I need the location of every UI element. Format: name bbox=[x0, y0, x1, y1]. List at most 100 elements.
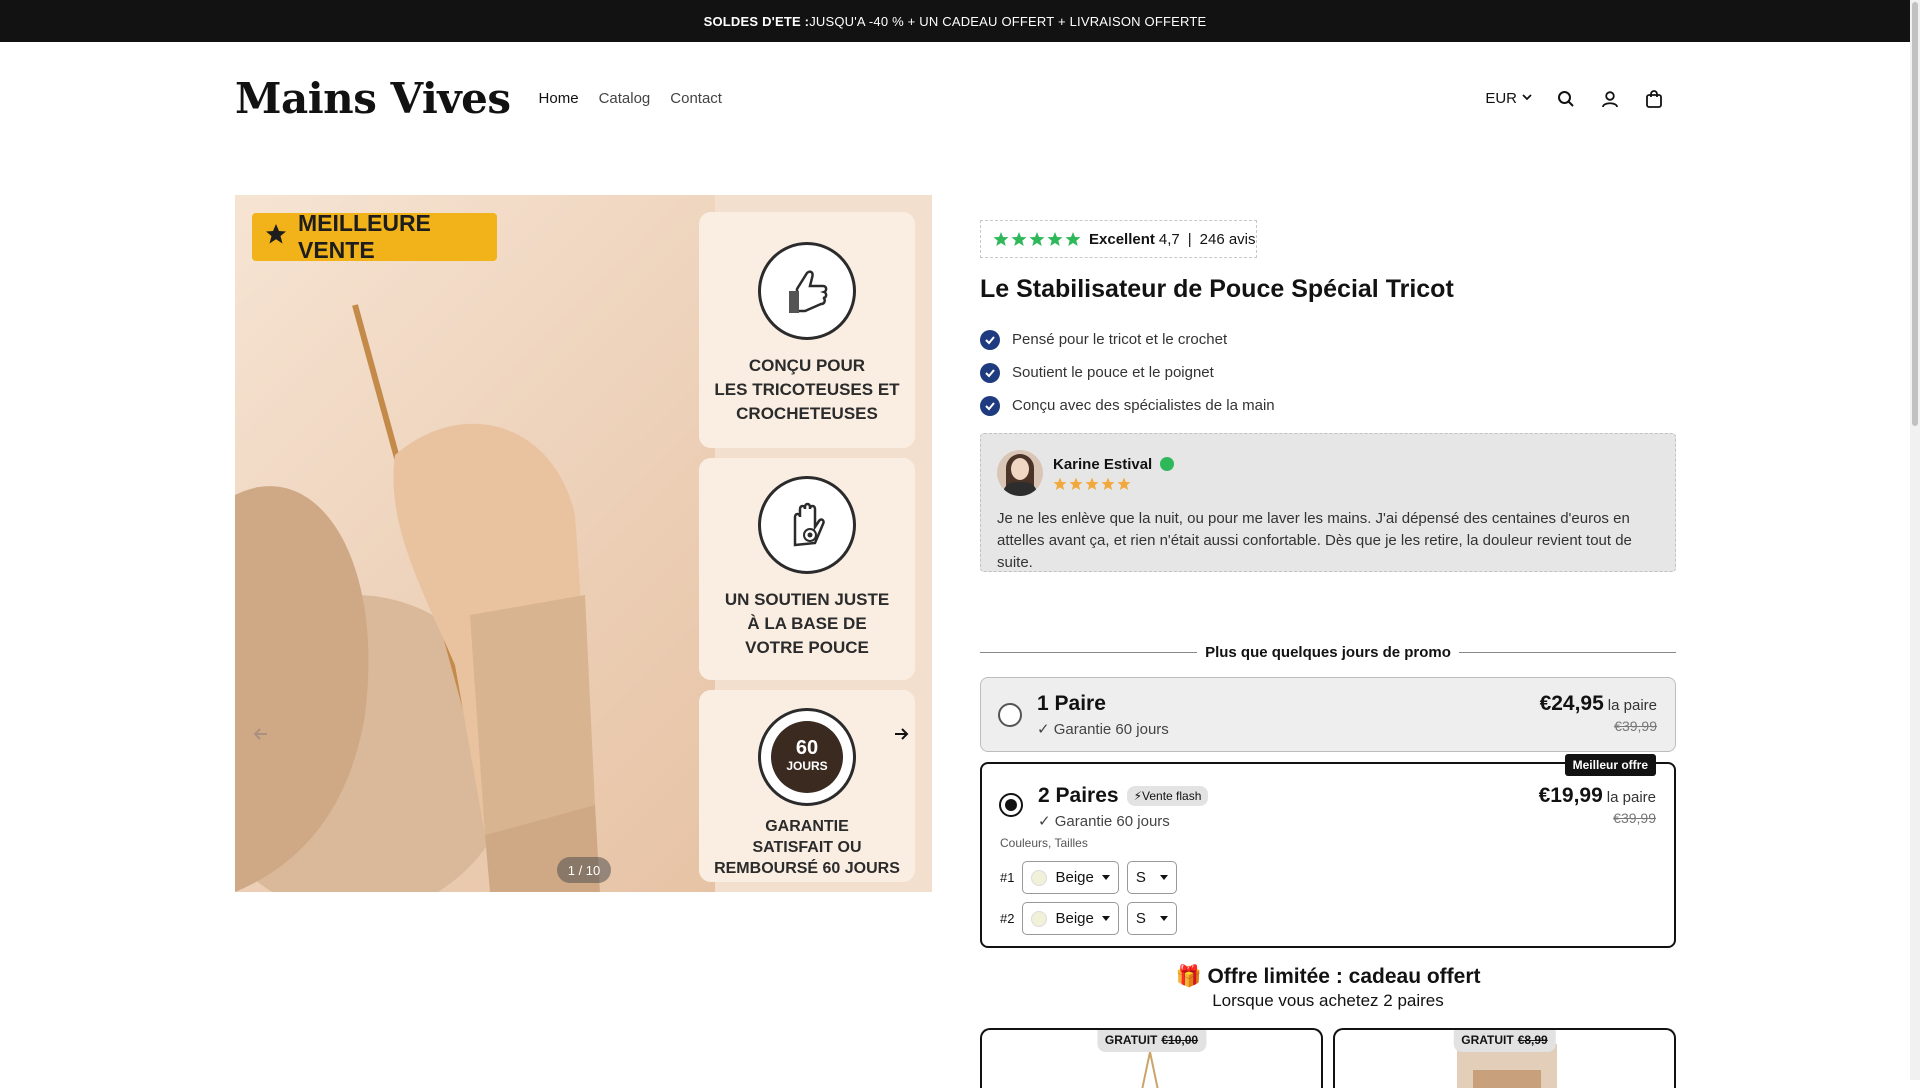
gift-compare-price: €8,99 bbox=[1517, 1033, 1548, 1047]
offer-1-price-block: €24,95 la paire €39,99 bbox=[1540, 692, 1657, 734]
account-icon[interactable] bbox=[1599, 88, 1621, 110]
color-swatch bbox=[1031, 869, 1048, 886]
offer-1-subtitle: ✓ Garantie 60 jours bbox=[1037, 721, 1169, 738]
cart-icon[interactable] bbox=[1643, 88, 1665, 110]
announcement-bar: SOLDES D'ETE : JUSQU'A -40 % + UN CADEAU… bbox=[0, 0, 1910, 42]
check-icon bbox=[980, 329, 1000, 350]
feature-guarantee-line2: SATISFAIT OU bbox=[752, 839, 862, 856]
variant-row-2: #2 Beige S bbox=[1000, 902, 1177, 935]
variant-index: #1 bbox=[1000, 870, 1015, 885]
review-stars bbox=[1053, 477, 1174, 491]
rating-value: 4,7 bbox=[1158, 230, 1180, 248]
feature-guarantee-line1: GARANTIE bbox=[765, 818, 849, 835]
promo-label: Plus que quelques jours de promo bbox=[1205, 644, 1451, 661]
star-icon bbox=[264, 222, 288, 252]
flash-sale-badge: ⚡Vente flash bbox=[1126, 786, 1209, 806]
header-actions: EUR bbox=[1485, 88, 1665, 110]
caret-down-icon bbox=[1101, 875, 1110, 880]
gift-title: 🎁 Offre limitée : cadeau offert bbox=[1175, 965, 1481, 988]
feature-support-line1: UN SOUTIEN JUSTE bbox=[724, 590, 890, 609]
slide-counter: 1 / 10 bbox=[557, 857, 611, 883]
feature-card-support: UN SOUTIEN JUSTE À LA BASE DE VOTRE POUC… bbox=[699, 458, 915, 680]
chevron-down-icon bbox=[1521, 90, 1533, 107]
offer-2-compare-price: €39,99 bbox=[1613, 810, 1656, 826]
gift-free-tag: GRATUIT €10,00 bbox=[1096, 1030, 1207, 1052]
caret-down-icon bbox=[1159, 916, 1168, 921]
feature-card-knitters: CONÇU POUR LES TRICOTEUSES ET CROCHETEUS… bbox=[699, 212, 915, 448]
offer-1-title: 1 Paire bbox=[1037, 692, 1106, 716]
site-logo[interactable]: Mains Vives bbox=[235, 74, 511, 123]
gift-compare-price: €10,00 bbox=[1161, 1033, 1199, 1047]
color-select[interactable]: Beige bbox=[1022, 902, 1119, 935]
feature-knitters-line3: CROCHETEUSES bbox=[736, 404, 878, 423]
gift-offer-header: 🎁 Offre limitée : cadeau offert Lorsque … bbox=[980, 965, 1676, 1011]
feature-knitters-line1: CONÇU POUR bbox=[748, 356, 866, 375]
announcement-bold: SOLDES D'ETE : bbox=[703, 13, 810, 29]
currency-selector[interactable]: EUR bbox=[1485, 90, 1533, 107]
gift-free-label: GRATUIT bbox=[1104, 1033, 1158, 1047]
offer-1-compare-price: €39,99 bbox=[1614, 718, 1657, 734]
nav-catalog[interactable]: Catalog bbox=[599, 90, 651, 107]
thumb-hand-icon bbox=[758, 242, 856, 340]
offer-1-per: la paire bbox=[1607, 697, 1657, 714]
variant-row-1: #1 Beige S bbox=[1000, 861, 1177, 894]
search-icon[interactable] bbox=[1555, 88, 1577, 110]
options-label: Couleurs, Tailles bbox=[1000, 836, 1088, 850]
nav-home[interactable]: Home bbox=[539, 90, 579, 107]
best-seller-label: MEILLEURE VENTE bbox=[298, 210, 431, 263]
offer-2-per: la paire bbox=[1606, 789, 1656, 806]
featured-review: Karine Estival Je ne les enlève que la n… bbox=[980, 433, 1676, 572]
product-gallery[interactable]: MEILLEURE VENTE CONÇU POUR LES TRICOTEUS… bbox=[235, 195, 932, 892]
rating-summary[interactable]: Excellent 4,7 | 246 avis bbox=[980, 220, 1257, 258]
offer-1-radio[interactable] bbox=[998, 703, 1022, 727]
offer-1-price: €24,95 bbox=[1539, 692, 1604, 715]
gift-free-tag: GRATUIT €8,99 bbox=[1453, 1030, 1556, 1052]
check-icon bbox=[980, 362, 1000, 383]
promo-divider: Plus que quelques jours de promo bbox=[980, 644, 1676, 661]
offer-1-pair[interactable]: 1 Paire ✓ Garantie 60 jours €24,95 la pai… bbox=[980, 677, 1676, 752]
reviewer-name: Karine Estival bbox=[1053, 455, 1153, 473]
scrollbar-thumb[interactable] bbox=[1912, 2, 1918, 426]
offer-2-radio[interactable] bbox=[999, 793, 1023, 817]
gift-card-2[interactable]: GRATUIT €8,99 bbox=[1333, 1028, 1676, 1088]
page-scrollbar[interactable] bbox=[1910, 0, 1920, 1080]
size-value: S bbox=[1135, 869, 1146, 886]
size-select[interactable]: S bbox=[1126, 902, 1177, 935]
offer-2-subtitle: ✓ Garantie 60 jours bbox=[1038, 813, 1170, 830]
color-select[interactable]: Beige bbox=[1022, 861, 1119, 894]
gallery-next-arrow[interactable] bbox=[889, 722, 913, 746]
feature-card-guarantee: 60 JOURS GARANTIE SATISFAIT OU REMBOURSÉ… bbox=[699, 690, 915, 882]
feature-guarantee-line3: REMBOURSÉ 60 JOURS bbox=[714, 860, 900, 877]
verified-icon bbox=[1160, 457, 1175, 471]
avatar bbox=[997, 450, 1043, 496]
product-title: Le Stabilisateur de Pouce Spécial Tricot bbox=[980, 275, 1454, 303]
benefit-item: Soutient le pouce et le poignet bbox=[980, 356, 1275, 389]
color-value: Beige bbox=[1055, 869, 1094, 886]
rating-count: 246 avis bbox=[1199, 230, 1256, 248]
best-seller-badge: MEILLEURE VENTE bbox=[252, 210, 497, 263]
feature-knitters-line2: LES TRICOTEUSES ET bbox=[714, 380, 900, 399]
gallery-prev-arrow[interactable] bbox=[249, 722, 273, 746]
benefit-list: Pensé pour le tricot et le crochet Souti… bbox=[980, 323, 1275, 422]
benefit-item: Conçu avec des spécialistes de la main bbox=[980, 389, 1275, 422]
badge-60-days: JOURS bbox=[786, 759, 828, 773]
announcement-text: JUSQU'A -40 % + UN CADEAU OFFERT + LIVRA… bbox=[809, 13, 1207, 29]
caret-down-icon bbox=[1159, 875, 1168, 880]
gift-card-1[interactable]: GRATUIT €10,00 bbox=[980, 1028, 1323, 1088]
rating-label: Excellent bbox=[1089, 230, 1155, 248]
best-offer-badge: Meilleur offre bbox=[1564, 754, 1656, 776]
color-swatch bbox=[1031, 910, 1048, 927]
offer-2-pairs[interactable]: Meilleur offre 2 Paires ⚡Vente flash ✓ G… bbox=[980, 754, 1676, 948]
benefit-text: Soutient le pouce et le poignet bbox=[1012, 364, 1214, 381]
caret-down-icon bbox=[1101, 916, 1110, 921]
feature-support-line2: À LA BASE DE bbox=[747, 614, 867, 633]
site-header: Mains Vives Home Catalog Contact EUR bbox=[235, 42, 1665, 155]
color-value: Beige bbox=[1055, 910, 1094, 927]
size-select[interactable]: S bbox=[1126, 861, 1177, 894]
offer-1-title-text: 1 Paire bbox=[1037, 692, 1106, 715]
offer-2-price: €19,99 bbox=[1538, 784, 1603, 807]
rating-stars bbox=[993, 231, 1081, 247]
nav-contact[interactable]: Contact bbox=[670, 90, 722, 107]
offer-2-price-block: €19,99 la paire €39,99 bbox=[1539, 784, 1656, 826]
currency-label: EUR bbox=[1485, 90, 1517, 107]
